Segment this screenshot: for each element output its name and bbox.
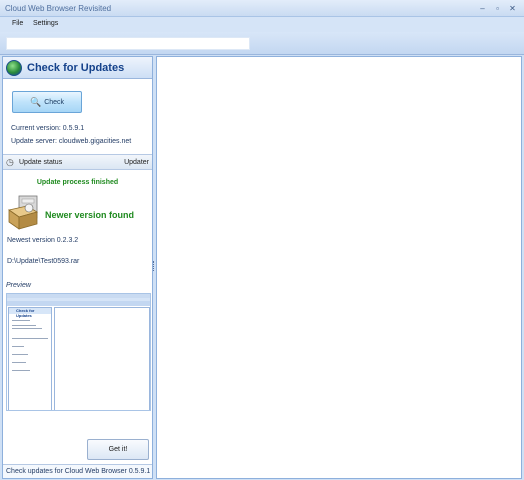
section-updater: Updater <box>124 159 149 166</box>
preview-content <box>54 307 150 410</box>
package-icon <box>8 195 39 230</box>
preview-line <box>12 325 36 326</box>
preview-line <box>12 370 30 371</box>
status-finished: Update process finished <box>36 179 119 186</box>
window-title: Cloud Web Browser Revisited <box>5 4 112 13</box>
status-bar: Check updates for Cloud Web Browser 0.5.… <box>3 464 152 478</box>
panel-header: Check for Updates <box>3 57 152 79</box>
preview-line <box>12 346 24 347</box>
menu-file[interactable]: File <box>12 20 23 27</box>
section-title: Update status <box>19 159 63 166</box>
status-text: Check updates for Cloud Web Browser 0.5.… <box>6 468 151 475</box>
search-icon: 🔍 <box>29 96 42 107</box>
preview-line <box>12 320 30 321</box>
check-button[interactable]: 🔍 Check <box>12 91 82 113</box>
menu-bar: File Settings <box>0 17 524 32</box>
check-button-label: Check <box>44 98 65 106</box>
address-input[interactable] <box>6 37 250 50</box>
preview-line <box>12 338 48 339</box>
preview-line <box>12 354 28 355</box>
toolbar <box>0 32 524 55</box>
globe-icon <box>6 60 22 76</box>
preview-image: Check for Updates <box>6 293 151 411</box>
panel-title: Check for Updates <box>27 62 125 74</box>
browser-content[interactable] <box>156 56 522 479</box>
preview-panel-header: Check for Updates <box>9 308 51 318</box>
update-server: Update server: cloudweb.gigacities.net <box>11 138 132 145</box>
title-bar: Cloud Web Browser Revisited – ▫ ✕ <box>0 0 524 17</box>
preview-label: Preview <box>6 282 31 289</box>
update-status-header[interactable]: ◷ Update status Updater <box>3 154 152 170</box>
menu-settings[interactable]: Settings <box>33 20 58 27</box>
preview-panel: Check for Updates <box>8 307 52 410</box>
clock-icon: ◷ <box>6 157 14 167</box>
maximize-button[interactable]: ▫ <box>490 2 505 15</box>
newer-version-found: Newer version found <box>45 210 135 220</box>
preview-toolbar <box>7 301 150 306</box>
preview-panel-title: Check for Updates <box>16 308 35 318</box>
newest-version: Newest version 0.2.3.2 <box>7 237 79 244</box>
close-button[interactable]: ✕ <box>505 2 520 15</box>
minimize-button[interactable]: – <box>475 2 490 15</box>
get-it-button[interactable]: Get it! <box>87 439 149 460</box>
update-panel: Check for Updates 🔍 Check Current versio… <box>2 56 153 479</box>
preview-line <box>12 362 26 363</box>
preview-line <box>12 328 42 329</box>
file-path: D:\Update\Test0593.rar <box>7 258 80 265</box>
current-version: Current version: 0.5.9.1 <box>11 125 85 132</box>
window-controls: – ▫ ✕ <box>475 2 520 15</box>
